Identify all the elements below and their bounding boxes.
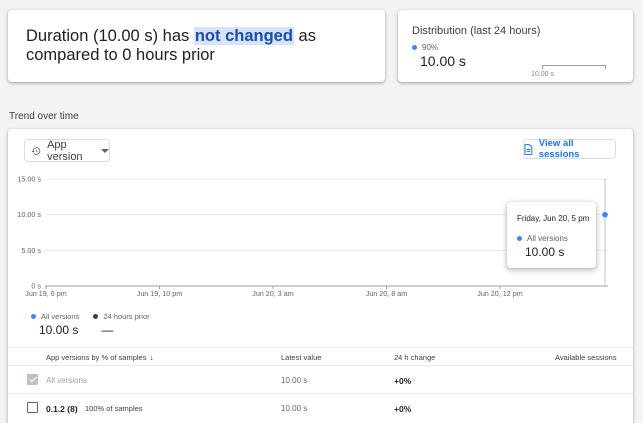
versions-table: App versions by % of samples ↓ Latest val… (8, 347, 633, 421)
distribution-tick: 10.00 s (531, 71, 554, 78)
summary-highlight: not changed (193, 27, 294, 45)
distribution-legend: 90% (412, 43, 438, 52)
distribution-percentile: 90% (422, 43, 439, 52)
y-tick-label: 15.00 s (17, 175, 41, 184)
table-header-row: App versions by % of samples ↓ Latest val… (8, 347, 633, 365)
legend-label: All versions (41, 312, 80, 321)
row-change: +0% (394, 376, 412, 386)
tooltip-series: All versions (517, 234, 568, 243)
row-latest: 10.00 s (281, 404, 308, 413)
document-icon (524, 143, 533, 155)
legend-dot-icon (93, 314, 99, 319)
view-all-sessions-button[interactable]: View all sessions (523, 138, 616, 160)
tooltip-series-label: All versions (527, 234, 568, 243)
app-version-dropdown[interactable]: App version (24, 138, 110, 163)
chart-tooltip: Friday, Jun 20, 5 pm All versions 10.00 … (507, 202, 596, 268)
distribution-title: Distribution (last 24 hours) (412, 25, 541, 37)
legend-value: — (101, 323, 114, 337)
tooltip-value: 10.00 s (525, 245, 565, 259)
distribution-value: 10.00 s (420, 53, 466, 69)
view-all-sessions-label: View all sessions (538, 138, 580, 160)
legend-item-all-versions[interactable]: All versions 10.00 s (31, 312, 79, 337)
series-dot-icon (517, 236, 522, 241)
row-change: +0% (394, 404, 412, 414)
header-versions-label: App versions by % of samples (46, 353, 147, 362)
legend-label: 24 hours prior (103, 312, 150, 321)
history-icon (31, 146, 41, 155)
row-name: 0.1.2 (8) (46, 404, 78, 414)
row-name: All versions (46, 376, 87, 385)
legend-dot-icon (31, 314, 36, 319)
data-point[interactable] (602, 211, 608, 218)
y-tick-label: 10.00 s (17, 210, 41, 219)
distribution-bar (542, 65, 606, 69)
percentile-dot-icon (412, 45, 417, 50)
legend-item-24h-prior[interactable]: 24 hours prior — (93, 312, 150, 337)
header-24h-change: 24 h change (394, 353, 436, 362)
chart-legend: All versions 10.00 s 24 hours prior — (31, 312, 164, 337)
y-tick-label: 5.00 s (21, 246, 41, 255)
trend-section-label: Trend over time (9, 111, 79, 122)
x-tick-label: Jun 20, 8 am (366, 289, 408, 298)
app-version-label: App version (47, 138, 83, 163)
table-row: All versions 10.00 s +0% (8, 365, 633, 393)
x-tick-label: Jun 20, 3 am (252, 289, 294, 298)
tooltip-date: Friday, Jun 20, 5 pm (517, 214, 590, 223)
sort-arrow-down-icon: ↓ (149, 353, 154, 362)
row-latest: 10.00 s (281, 376, 308, 385)
summary-card: Duration (10.00 s) has not changed as co… (8, 10, 385, 82)
table-row: 0.1.2 (8) 100% of samples 10.00 s +0% (8, 393, 633, 421)
all-versions-checkbox[interactable] (27, 374, 38, 385)
x-tick-label: Jun 19, 6 pm (25, 289, 67, 298)
x-tick-label: Jun 19, 10 pm (137, 289, 183, 298)
header-available-sessions: Available sessions (555, 353, 617, 362)
version-checkbox[interactable] (27, 402, 38, 413)
trend-card: App version View all sessions 15.00 s 10.… (8, 129, 633, 423)
header-versions[interactable]: App versions by % of samples ↓ (46, 353, 153, 362)
header-latest-value: Latest value (281, 353, 322, 362)
summary-prefix: Duration (10.00 s) has (26, 27, 194, 45)
row-samples: 100% of samples (85, 404, 143, 413)
legend-value: 10.00 s (39, 323, 79, 337)
distribution-card: Distribution (last 24 hours) 90% 10.00 s… (398, 10, 633, 82)
caret-down-icon (101, 148, 109, 153)
summary-text: Duration (10.00 s) has not changed as co… (26, 27, 376, 65)
x-tick-label: Jun 20, 12 pm (477, 289, 523, 298)
